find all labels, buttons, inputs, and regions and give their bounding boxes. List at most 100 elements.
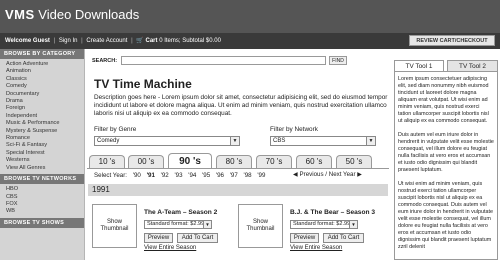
search-bar: SEARCH: FIND xyxy=(89,55,389,67)
year-link[interactable]: '97 xyxy=(230,172,238,179)
genre-select[interactable]: Comedy ▼ xyxy=(94,136,240,146)
cart-subtotal: Subtotal $0.00 xyxy=(182,38,221,44)
sidebar-item-category[interactable]: Music & Performance xyxy=(6,120,84,127)
genre-filter-label: Filter by Genre xyxy=(94,126,137,133)
format-select[interactable]: Standard format: $2.99 ▼ xyxy=(290,220,358,229)
separator: | xyxy=(53,38,56,44)
sidebar: BROWSE BY CATEGORY Action Adventure Anim… xyxy=(0,49,85,260)
prev-arrow-icon[interactable]: ◀ xyxy=(293,171,298,178)
search-label: SEARCH: xyxy=(92,58,118,64)
sidebar-item-view-all-genres[interactable]: View All Genres xyxy=(6,165,84,172)
page-title: TV Time Machine xyxy=(94,77,192,91)
user-bar: Welcome Guest | Sign In | Create Account… xyxy=(0,33,500,49)
year-link-selected[interactable]: '91 xyxy=(147,172,155,179)
sidebar-item-category[interactable]: Drama xyxy=(6,98,84,105)
network-select[interactable]: CBS ▼ xyxy=(270,136,376,146)
show-list: Show Thumbnail The A-Team – Season 2 Sta… xyxy=(88,198,388,260)
sidebar-item-network[interactable]: CBS xyxy=(6,194,84,201)
sidebar-item-category[interactable]: Sci-Fi & Fantasy xyxy=(6,142,84,149)
year-link[interactable]: '94 xyxy=(188,172,196,179)
year-link[interactable]: '92 xyxy=(161,172,169,179)
sidebar-item-network[interactable]: WB xyxy=(6,208,84,215)
add-to-cart-button[interactable]: Add To Cart xyxy=(177,233,218,243)
show-title[interactable]: B.J. & The Bear – Season 3 xyxy=(290,209,375,216)
logo-bold: VMS xyxy=(5,7,35,22)
sidebar-item-category[interactable]: Documentary xyxy=(6,91,84,98)
year-link[interactable]: '93 xyxy=(174,172,182,179)
logo-text: Video Downloads xyxy=(38,7,140,22)
genre-select-value: Comedy xyxy=(97,138,120,144)
cart-items: 0 Items; xyxy=(159,38,181,44)
tool-paragraph: Duis autem vel eum iriure dolor in hendr… xyxy=(398,132,494,173)
site-logo[interactable]: VMS Video Downloads xyxy=(5,7,139,22)
create-account-link[interactable]: Create Account xyxy=(86,38,127,44)
sidebar-item-category[interactable]: Comedy xyxy=(6,83,84,90)
network-filter-label: Filter by Network xyxy=(270,126,318,133)
year-link[interactable]: '98 xyxy=(244,172,252,179)
year-selector: Select Year: '90 '91 '92 '93 '94 '95 '96… xyxy=(94,172,269,179)
year-link[interactable]: '99 xyxy=(257,172,265,179)
chevron-down-icon: ▼ xyxy=(366,137,375,145)
sidebar-item-network[interactable]: FOX xyxy=(6,201,84,208)
network-select-value: CBS xyxy=(273,138,286,144)
review-cart-button[interactable]: REVIEW CART/CHECKOUT xyxy=(409,35,495,46)
sidebar-item-category[interactable]: Romance xyxy=(6,135,84,142)
cart-link[interactable]: Cart xyxy=(146,38,158,44)
separator: | xyxy=(131,38,133,44)
show-thumbnail[interactable]: Show Thumbnail xyxy=(238,204,283,248)
year-link[interactable]: '95 xyxy=(202,172,210,179)
tab-decade-active[interactable]: 90 's xyxy=(168,153,212,169)
year-link[interactable]: '90 xyxy=(133,172,141,179)
year-label: Select Year: xyxy=(94,172,128,179)
tab-decade[interactable]: 70 's xyxy=(256,155,292,168)
tab-decade[interactable]: 60 's xyxy=(296,155,332,168)
category-list: Action Adventure Animation Classics Come… xyxy=(0,59,84,174)
tab-decade[interactable]: 00 's xyxy=(128,155,164,168)
tab-decade[interactable]: 80 's xyxy=(216,155,252,168)
top-header: VMS Video Downloads xyxy=(0,0,500,33)
show-thumbnail[interactable]: Show Thumbnail xyxy=(92,204,137,248)
tool-paragraph: Ut wisi enim ad minim veniam, quis nostr… xyxy=(398,181,493,250)
shows-header: BROWSE TV SHOWS xyxy=(0,217,84,228)
sidebar-item-category[interactable]: Foreign xyxy=(6,105,84,112)
preview-button[interactable]: Preview xyxy=(290,233,319,243)
tab-decade[interactable]: 10 's xyxy=(89,155,125,168)
separator: | xyxy=(81,38,83,44)
sidebar-item-category[interactable]: Independent xyxy=(6,113,84,120)
sidebar-item-category[interactable]: Westerns xyxy=(6,157,84,164)
chevron-down-icon: ▼ xyxy=(230,137,239,145)
tool-paragraph: Lorem ipsum consectetuer adipiscing elit… xyxy=(398,76,489,124)
year-pager: ◀ Previous / Next Year ▶ xyxy=(293,171,362,178)
sign-in-link[interactable]: Sign In xyxy=(59,38,78,44)
search-input[interactable] xyxy=(121,56,326,65)
chevron-down-icon: ▼ xyxy=(203,221,211,228)
format-select[interactable]: Standard format: $2.99 ▼ xyxy=(144,220,212,229)
cart-icon[interactable]: 🛒 xyxy=(136,38,143,44)
sidebar-item-category[interactable]: Mystery & Suspense xyxy=(6,128,84,135)
view-season-link[interactable]: View Entire Season xyxy=(290,245,342,251)
view-season-link[interactable]: View Entire Season xyxy=(144,245,196,251)
show-title[interactable]: The A-Team – Season 2 xyxy=(144,209,217,216)
preview-button[interactable]: Preview xyxy=(144,233,173,243)
selected-year-heading: 1991 xyxy=(88,184,388,196)
category-header: BROWSE BY CATEGORY xyxy=(0,49,84,59)
tab-decade[interactable]: 50 's xyxy=(336,155,372,168)
format-select-value: Standard format: $2.99 xyxy=(147,221,205,227)
sidebar-item-category[interactable]: Action Adventure xyxy=(6,61,84,68)
chevron-down-icon: ▼ xyxy=(349,221,357,228)
sidebar-item-category[interactable]: Special Interest xyxy=(6,150,84,157)
sidebar-item-network[interactable]: HBO xyxy=(6,186,84,193)
add-to-cart-button[interactable]: Add To Cart xyxy=(323,233,364,243)
next-arrow-icon[interactable]: ▶ xyxy=(357,171,362,178)
network-list: HBO CBS FOX WB xyxy=(0,184,84,218)
sidebar-item-category[interactable]: Animation xyxy=(6,68,84,75)
networks-header: BROWSE TV NETWORKS xyxy=(0,174,84,185)
sidebar-item-category[interactable]: Classics xyxy=(6,76,84,83)
format-select-value: Standard format: $2.99 xyxy=(293,221,351,227)
page-description: Description goes here - Lorem ipsum dolo… xyxy=(94,94,388,117)
year-link[interactable]: '96 xyxy=(216,172,224,179)
welcome-text: Welcome Guest xyxy=(5,38,50,44)
year-pager-label[interactable]: Previous / Next Year xyxy=(300,171,356,178)
find-button[interactable]: FIND xyxy=(329,56,347,65)
tool-panel: Lorem ipsum consectetuer adipiscing elit… xyxy=(394,71,498,260)
